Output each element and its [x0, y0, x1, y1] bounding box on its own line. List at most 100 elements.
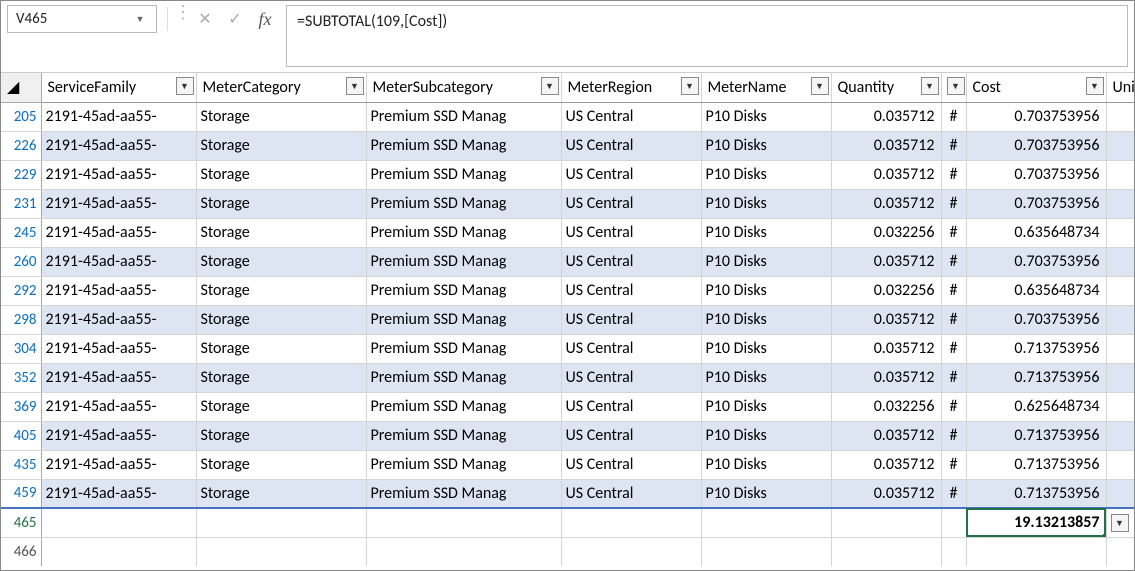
column-header-quantity[interactable]: Quantity [831, 73, 941, 102]
cell-servicefamily[interactable]: 2191-45ad-aa55- [41, 334, 196, 363]
cell-metercategory[interactable]: Storage [196, 189, 366, 218]
cell-cost[interactable]: 0.713753956 [966, 450, 1106, 479]
cell-metersubcategory[interactable]: Premium SSD Manag [366, 421, 561, 450]
cell-quantity[interactable]: 0.032256 [831, 392, 941, 421]
cell-meterregion[interactable]: US Central [561, 276, 701, 305]
column-header-metername[interactable]: MeterName [701, 73, 831, 102]
cell-metercategory[interactable]: Storage [196, 363, 366, 392]
select-all-corner[interactable]: ◢ [1, 73, 41, 102]
cell-quantity[interactable]: 0.035712 [831, 421, 941, 450]
cell-uni[interactable] [1106, 276, 1134, 305]
filter-button-narrow[interactable] [947, 77, 965, 95]
row-number[interactable]: 405 [1, 421, 41, 450]
cell-quantity[interactable]: 0.032256 [831, 276, 941, 305]
cell-narrow[interactable]: # [941, 363, 966, 392]
cell-quantity[interactable]: 0.035712 [831, 189, 941, 218]
cell-cost[interactable]: 0.713753956 [966, 363, 1106, 392]
cell-servicefamily[interactable]: 2191-45ad-aa55- [41, 218, 196, 247]
cell-cost[interactable]: 0.713753956 [966, 421, 1106, 450]
cell-cost[interactable]: 0.703753956 [966, 305, 1106, 334]
name-box-dropdown-icon[interactable] [132, 14, 148, 25]
cell-meterregion[interactable]: US Central [561, 305, 701, 334]
cell-uni[interactable] [1106, 102, 1134, 131]
cell-uni[interactable] [1106, 363, 1134, 392]
cell-uni[interactable] [1106, 334, 1134, 363]
cell-narrow[interactable]: # [941, 276, 966, 305]
cell-metercategory[interactable]: Storage [196, 479, 366, 508]
row-number[interactable]: 465 [1, 508, 41, 537]
cell-metersubcategory[interactable]: Premium SSD Manag [366, 218, 561, 247]
cell-cost[interactable]: 0.703753956 [966, 102, 1106, 131]
filter-button-meterregion[interactable] [681, 77, 699, 95]
cell-quantity[interactable]: 0.035712 [831, 450, 941, 479]
cell-metercategory[interactable]: Storage [196, 276, 366, 305]
cell[interactable] [831, 537, 941, 566]
cell-quantity[interactable]: 0.035712 [831, 363, 941, 392]
filter-button-metercategory[interactable] [346, 77, 364, 95]
cell[interactable] [196, 508, 366, 537]
cell-metercategory[interactable]: Storage [196, 450, 366, 479]
cell-cost[interactable]: 0.635648734 [966, 218, 1106, 247]
formula-input[interactable]: =SUBTOTAL(109,[Cost]) [286, 5, 1128, 67]
row-number[interactable]: 466 [1, 537, 41, 566]
cell-narrow[interactable]: # [941, 102, 966, 131]
cell-metercategory[interactable]: Storage [196, 305, 366, 334]
cell-meterregion[interactable]: US Central [561, 392, 701, 421]
cell-metersubcategory[interactable]: Premium SSD Manag [366, 305, 561, 334]
cell-metername[interactable]: P10 Disks [701, 334, 831, 363]
cell-metersubcategory[interactable]: Premium SSD Manag [366, 450, 561, 479]
row-number[interactable]: 352 [1, 363, 41, 392]
column-header-metercategory[interactable]: MeterCategory [196, 73, 366, 102]
cell-servicefamily[interactable]: 2191-45ad-aa55- [41, 363, 196, 392]
cell-cost[interactable]: 0.713753956 [966, 479, 1106, 508]
cell-metername[interactable]: P10 Disks [701, 102, 831, 131]
cell-meterregion[interactable]: US Central [561, 421, 701, 450]
column-header-servicefamily[interactable]: ServiceFamily [41, 73, 196, 102]
cell-metername[interactable]: P10 Disks [701, 189, 831, 218]
cancel-formula-button[interactable]: ✕ [190, 1, 220, 37]
filter-button-quantity[interactable] [921, 77, 939, 95]
total-dropdown-icon[interactable] [1111, 514, 1129, 532]
row-number[interactable]: 226 [1, 131, 41, 160]
cell-metercategory[interactable]: Storage [196, 421, 366, 450]
column-header-cost[interactable]: Cost [966, 73, 1106, 102]
cell-cost[interactable]: 0.703753956 [966, 247, 1106, 276]
cell-metersubcategory[interactable]: Premium SSD Manag [366, 160, 561, 189]
cell[interactable] [196, 537, 366, 566]
cell-servicefamily[interactable]: 2191-45ad-aa55- [41, 131, 196, 160]
cell-servicefamily[interactable]: 2191-45ad-aa55- [41, 247, 196, 276]
cell-narrow[interactable]: # [941, 131, 966, 160]
cell-narrow[interactable]: # [941, 218, 966, 247]
cell-meterregion[interactable]: US Central [561, 479, 701, 508]
cell-uni[interactable] [1106, 479, 1134, 508]
cell[interactable] [1106, 508, 1134, 537]
cell-meterregion[interactable]: US Central [561, 450, 701, 479]
cell[interactable] [966, 537, 1106, 566]
cell-quantity[interactable]: 0.035712 [831, 305, 941, 334]
cell[interactable] [366, 508, 561, 537]
cell-quantity[interactable]: 0.035712 [831, 479, 941, 508]
cell-metercategory[interactable]: Storage [196, 218, 366, 247]
cell-metercategory[interactable]: Storage [196, 247, 366, 276]
cell-metersubcategory[interactable]: Premium SSD Manag [366, 189, 561, 218]
cell-metername[interactable]: P10 Disks [701, 421, 831, 450]
cell[interactable] [941, 537, 966, 566]
cell-meterregion[interactable]: US Central [561, 218, 701, 247]
row-number[interactable]: 369 [1, 392, 41, 421]
row-number[interactable]: 298 [1, 305, 41, 334]
cell-meterregion[interactable]: US Central [561, 363, 701, 392]
cell-uni[interactable] [1106, 247, 1134, 276]
cell-narrow[interactable]: # [941, 247, 966, 276]
cell[interactable] [561, 537, 701, 566]
column-header-metersubcategory[interactable]: MeterSubcategory [366, 73, 561, 102]
cell-metersubcategory[interactable]: Premium SSD Manag [366, 102, 561, 131]
filter-button-cost[interactable] [1086, 77, 1104, 95]
cell-meterregion[interactable]: US Central [561, 247, 701, 276]
cell-uni[interactable] [1106, 131, 1134, 160]
cell-cost[interactable]: 0.703753956 [966, 189, 1106, 218]
cell-quantity[interactable]: 0.035712 [831, 160, 941, 189]
cell-uni[interactable] [1106, 392, 1134, 421]
cell-cost[interactable]: 0.713753956 [966, 334, 1106, 363]
cell-narrow[interactable]: # [941, 479, 966, 508]
total-cost-cell[interactable]: 19.13213857 [966, 508, 1106, 537]
